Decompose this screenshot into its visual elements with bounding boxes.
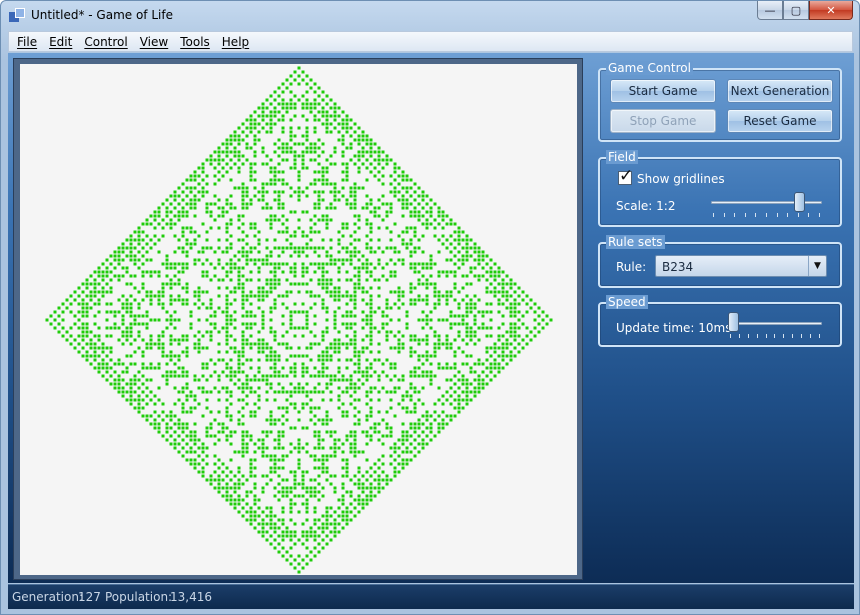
population-value: 13,416 [170, 590, 212, 604]
speed-group: Speed Update time: 10ms [598, 295, 842, 347]
game-control-group: Game Control Start Game Next Generation … [598, 61, 842, 142]
menu-help[interactable]: Help [216, 35, 255, 49]
app-window: Untitled* - Game of Life — ▢ ✕ File Edit… [0, 0, 860, 615]
app-icon [9, 8, 25, 24]
generation-value: 127 [78, 590, 101, 604]
checkmark-icon: ✓ [619, 166, 634, 186]
generation-label: Generation: [12, 590, 83, 604]
rule-select[interactable]: B234 ▼ [655, 255, 827, 277]
game-field[interactable] [20, 64, 577, 575]
title-bar[interactable]: Untitled* - Game of Life — ▢ ✕ [1, 1, 859, 31]
menu-file[interactable]: File [11, 35, 43, 49]
rule-sets-group: Rule sets Rule: B234 ▼ [598, 235, 842, 288]
update-time-label: Update time: 10ms [616, 321, 732, 335]
window-title: Untitled* - Game of Life [31, 8, 173, 22]
game-field-frame [13, 58, 583, 580]
rule-label: Rule: [616, 260, 647, 274]
menu-edit[interactable]: Edit [43, 35, 78, 49]
speed-slider-ticks [730, 334, 820, 338]
rule-sets-title: Rule sets [606, 235, 665, 249]
reset-game-button[interactable]: Reset Game [727, 109, 833, 133]
population-label: Population: [105, 590, 173, 604]
show-gridlines-checkbox[interactable]: ✓ [618, 166, 633, 186]
caption-buttons: — ▢ ✕ [757, 1, 853, 22]
minimize-button[interactable]: — [757, 1, 783, 20]
rule-select-value: B234 [662, 260, 694, 274]
menu-view[interactable]: View [134, 35, 174, 49]
chevron-down-icon: ▼ [808, 256, 826, 276]
next-generation-button[interactable]: Next Generation [727, 79, 833, 103]
scale-slider-track[interactable] [711, 201, 822, 204]
scale-label: Scale: 1:2 [616, 199, 676, 213]
cell-grid [45, 66, 553, 574]
client-area: Game Control Start Game Next Generation … [8, 53, 854, 583]
maximize-button[interactable]: ▢ [783, 1, 809, 20]
scale-slider-thumb[interactable] [794, 192, 805, 212]
start-game-button[interactable]: Start Game [610, 79, 716, 103]
menu-tools[interactable]: Tools [174, 35, 216, 49]
game-control-title: Game Control [606, 61, 693, 75]
stop-game-button[interactable]: Stop Game [610, 109, 716, 133]
speed-title: Speed [606, 295, 648, 309]
status-bar: Generation: 127 Population: 13,416 [8, 584, 854, 609]
speed-slider-track[interactable] [728, 322, 822, 325]
live-cells [45, 66, 553, 574]
close-button[interactable]: ✕ [809, 1, 853, 20]
field-group: Field ✓ Show gridlines Scale: 1:2 [598, 150, 842, 227]
speed-slider-thumb[interactable] [728, 312, 739, 332]
menu-control[interactable]: Control [78, 35, 133, 49]
scale-slider-ticks [713, 213, 820, 217]
show-gridlines-label[interactable]: Show gridlines [637, 172, 725, 186]
field-title: Field [606, 150, 638, 164]
menu-bar: File Edit Control View Tools Help [8, 31, 853, 52]
